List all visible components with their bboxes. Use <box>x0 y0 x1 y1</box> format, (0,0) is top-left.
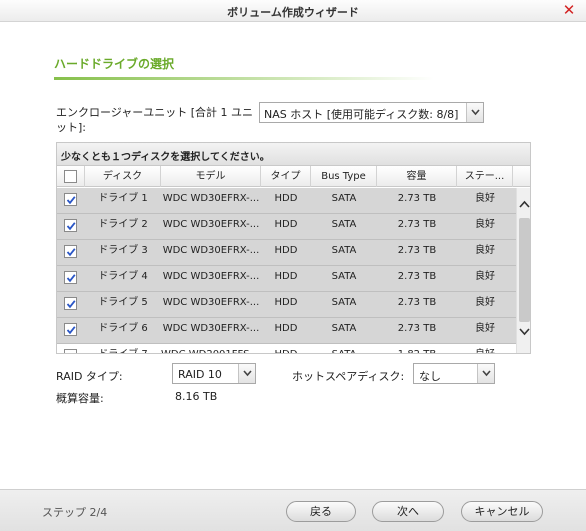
cell-bus: SATA <box>331 219 357 230</box>
close-icon[interactable]: ✕ <box>560 1 578 19</box>
table-row[interactable]: ドライブ 1 WDC WD30EFRX-... HDD SATA 2.73 TB… <box>57 188 516 214</box>
chevron-down-icon[interactable] <box>477 364 494 383</box>
cell-model: WDC WD30EFRX-... <box>162 245 260 256</box>
cell-status: 良好 <box>475 323 495 334</box>
cell-type: HDD <box>274 271 298 282</box>
chevron-down-icon[interactable] <box>466 103 483 122</box>
cell-capacity: 2.73 TB <box>397 323 437 334</box>
cell-capacity: 2.73 TB <box>397 193 437 204</box>
table-row[interactable]: ドライブ 6 WDC WD30EFRX-... HDD SATA 2.73 TB… <box>57 318 516 344</box>
enclosure-label: エンクロージャーユニット [合計 1 ユニット]: <box>56 106 254 134</box>
window-title: ボリューム作成ウィザード <box>227 6 359 19</box>
row-checkbox[interactable] <box>64 323 77 336</box>
cell-model: WDC WD30EFRX-... <box>162 323 260 334</box>
cell-disk: ドライブ 4 <box>98 271 148 282</box>
table-row[interactable]: ドライブ 4 WDC WD30EFRX-... HDD SATA 2.73 TB… <box>57 266 516 292</box>
cell-status: 良好 <box>475 245 495 256</box>
cell-status: 良好 <box>457 344 513 353</box>
cell-status: 良好 <box>475 193 495 204</box>
row-checkbox[interactable] <box>64 349 77 353</box>
cell-bus: SATA <box>331 271 357 282</box>
scrollbar-thumb[interactable] <box>519 218 530 322</box>
hot-spare-value: なし <box>419 370 441 383</box>
chevron-down-icon[interactable] <box>238 364 255 383</box>
section-title: ハードドライブの選択 <box>54 57 175 71</box>
title-bar: ボリューム作成ウィザード ✕ <box>0 0 586 22</box>
cell-disk: ドライブ 2 <box>98 219 148 230</box>
cell-model: WDC WD30EFRX-... <box>162 297 260 308</box>
table-row[interactable]: ドライブ 5 WDC WD30EFRX-... HDD SATA 2.73 TB… <box>57 292 516 318</box>
cell-capacity: 2.73 TB <box>397 297 437 308</box>
table-row[interactable]: ドライブ 2 WDC WD30EFRX-... HDD SATA 2.73 TB… <box>57 214 516 240</box>
enclosure-select[interactable]: NAS ホスト [使用可能ディスク数: 8/8] <box>259 102 484 123</box>
row-checkbox[interactable] <box>64 271 77 284</box>
select-all-checkbox[interactable] <box>64 170 77 183</box>
table-row[interactable]: ドライブ 3 WDC WD30EFRX-... HDD SATA 2.73 TB… <box>57 240 516 266</box>
grid-rows: ドライブ 1 WDC WD30EFRX-... HDD SATA 2.73 TB… <box>57 188 516 353</box>
grid-scrollbar[interactable] <box>516 188 530 353</box>
row-checkbox[interactable] <box>64 193 77 206</box>
cell-capacity: 2.73 TB <box>397 245 437 256</box>
capacity-label: 概算容量: <box>56 392 104 405</box>
cell-model: WDC WD30EFRX-... <box>162 271 260 282</box>
grid-caption: 少なくとも１つディスクを選択してください。 <box>57 143 530 166</box>
cell-disk: ドライブ 6 <box>98 323 148 334</box>
cell-status: 良好 <box>475 297 495 308</box>
cell-type: HDD <box>274 193 298 204</box>
header-disk[interactable]: ディスク <box>85 166 161 187</box>
cell-capacity: 2.73 TB <box>397 271 437 282</box>
cell-bus: SATA <box>311 344 377 353</box>
cell-bus: SATA <box>331 193 357 204</box>
cell-model: WDC WD2001FFS-... <box>161 344 261 353</box>
cell-capacity: 1.82 TB <box>377 344 457 353</box>
step-indicator: ステップ 2/4 <box>42 506 108 519</box>
cell-disk: ドライブ 5 <box>98 297 148 308</box>
wizard-footer: ステップ 2/4 戻る 次へ キャンセル <box>0 489 586 531</box>
table-row[interactable]: ドライブ 7 WDC WD2001FFS-... HDD SATA 1.82 T… <box>57 344 516 353</box>
row-checkbox[interactable] <box>64 297 77 310</box>
raid-type-select[interactable]: RAID 10 <box>172 363 256 384</box>
cell-capacity: 2.73 TB <box>397 219 437 230</box>
cell-disk: ドライブ 1 <box>98 193 148 204</box>
cell-status: 良好 <box>475 219 495 230</box>
header-type[interactable]: タイプ <box>261 166 311 187</box>
header-status[interactable]: ステー... <box>457 166 513 187</box>
cell-model: WDC WD30EFRX-... <box>162 193 260 204</box>
cell-model: WDC WD30EFRX-... <box>162 219 260 230</box>
chevron-up-icon[interactable] <box>517 198 530 214</box>
raid-type-value: RAID 10 <box>178 368 222 381</box>
next-button[interactable]: 次へ <box>372 501 444 522</box>
capacity-value: 8.16 TB <box>175 390 218 403</box>
hot-spare-label: ホットスペアディスク: <box>292 370 405 383</box>
enclosure-select-value: NAS ホスト [使用可能ディスク数: 8/8] <box>264 108 459 121</box>
cell-status: 良好 <box>475 271 495 282</box>
hot-spare-select[interactable]: なし <box>413 363 495 384</box>
raid-type-label: RAID タイプ: <box>56 370 123 383</box>
cell-bus: SATA <box>331 245 357 256</box>
cell-disk: ドライブ 3 <box>98 245 148 256</box>
row-checkbox[interactable] <box>64 245 77 258</box>
cell-type: HDD <box>261 344 311 353</box>
cell-type: HDD <box>274 323 298 334</box>
header-model[interactable]: モデル <box>161 166 261 187</box>
cell-type: HDD <box>274 219 298 230</box>
disk-grid: 少なくとも１つディスクを選択してください。 ディスク モデル タイプ Bus T… <box>56 142 531 354</box>
header-select-all <box>57 166 85 187</box>
row-checkbox[interactable] <box>64 219 77 232</box>
cell-disk: ドライブ 7 <box>85 344 161 353</box>
cell-bus: SATA <box>331 323 357 334</box>
cell-type: HDD <box>274 297 298 308</box>
cancel-button[interactable]: キャンセル <box>461 501 543 522</box>
section-divider <box>54 77 434 80</box>
cell-bus: SATA <box>331 297 357 308</box>
header-capacity[interactable]: 容量 <box>377 166 457 187</box>
cell-type: HDD <box>274 245 298 256</box>
back-button[interactable]: 戻る <box>286 501 356 522</box>
grid-header: ディスク モデル タイプ Bus Type 容量 ステー... <box>57 166 530 187</box>
chevron-down-icon[interactable] <box>517 326 530 342</box>
header-bus-type[interactable]: Bus Type <box>311 166 377 187</box>
